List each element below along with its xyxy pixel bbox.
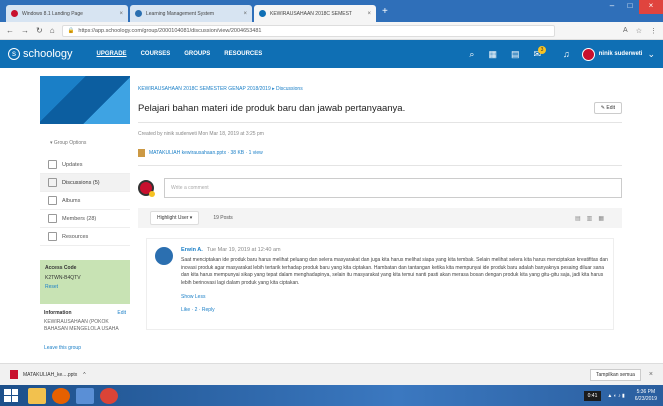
menu-icon[interactable]: ⋮ [650,27,657,35]
star-icon[interactable]: ☆ [636,27,642,35]
tray-icons[interactable]: ▲ ◐ ♪ ▮ [607,393,624,399]
home-icon[interactable]: ⌂ [50,26,55,35]
posts-toolbar: Highlight User ▾ 19 Posts ▤▥▦ [138,208,622,228]
sidebar-item-members[interactable]: Members (28) [40,210,130,228]
window-controls: – □ × [603,0,663,14]
close-tab-icon[interactable]: × [243,11,247,17]
schoology-logo[interactable]: s schoology [8,48,73,60]
reload-icon[interactable]: ↻ [36,26,43,35]
group-banner-image [40,76,130,124]
comment-input[interactable]: Write a comment [164,178,622,198]
access-code-box: Access Code K2TWN-B4QTV Reset [40,260,130,304]
group-sidebar: ▾ Group Options Updates Discussions (5) … [40,76,130,351]
post-time: Tue Mar 19, 2019 at 12:40 am [206,247,281,253]
pptx-file-icon [10,370,18,379]
logo-icon: s [8,48,20,60]
forward-icon[interactable]: → [21,26,29,35]
posts-count: 19 Posts [213,215,233,221]
firefox-icon[interactable] [52,387,70,404]
media-icon[interactable] [76,387,94,404]
resources-icon [48,232,57,241]
show-all-button[interactable]: Tampilkan semua [590,368,641,381]
address-bar: ← → ↻ ⌂ 🔒 https://app.schoology.com/group… [0,22,663,40]
nav-upgrade[interactable]: UPGRADE [97,51,127,57]
album-icon [48,196,57,205]
access-code: K2TWN-B4QTV [45,275,81,281]
nav-resources[interactable]: RESOURCES [224,51,262,57]
translate-icon[interactable]: A [623,27,628,34]
apps-grid-icon[interactable]: ▦ [488,49,497,60]
download-item[interactable]: MATAKULIAH_ke....pptx ^ [10,370,86,379]
download-bar: MATAKULIAH_ke....pptx ^ Tampilkan semua × [0,363,663,385]
close-window-icon[interactable]: × [639,0,663,14]
sidebar-item-albums[interactable]: Albums [40,192,130,210]
windows-taskbar: 0:41 ▲ ◐ ♪ ▮ 5:36 PM 6/23/2019 [0,385,663,406]
breadcrumb[interactable]: KEWIRAUSAHAAN 2018C SEMESTER GENAP 2018/… [138,86,622,92]
new-tab-icon[interactable]: + [382,6,388,17]
pptx-file-icon [138,149,145,157]
avatar[interactable] [581,47,595,61]
updates-icon [48,160,57,169]
minimize-icon[interactable]: – [603,0,621,14]
search-icon[interactable]: ⌕ [469,49,474,60]
chrome-icon[interactable] [100,387,118,404]
page-title: Pelajari bahan materi ide produk baru da… [138,102,406,114]
bell-icon[interactable]: ♫ [563,49,570,59]
chevron-down-icon[interactable]: ⌄ [647,49,655,60]
avatar [155,247,173,265]
page-body: ▾ Group Options Updates Discussions (5) … [0,68,663,392]
discussion-main: KEWIRAUSAHAAN 2018C SEMESTER GENAP 2018/… [138,86,622,330]
browser-tab[interactable]: Learning Management System × [130,5,252,22]
favicon-icon [259,10,266,17]
show-less-link[interactable]: Show Less [181,294,611,300]
close-tab-icon[interactable]: × [367,11,371,17]
browser-tab-bar: Windows 8.1 Landing Page × Learning Manag… [0,0,663,22]
chevron-up-icon[interactable]: ^ [83,372,85,378]
view-options-icon[interactable]: ▤▥▦ [575,215,610,222]
url-field[interactable]: 🔒 https://app.schoology.com/group/2000104… [61,24,556,37]
reset-link[interactable]: Reset [45,284,125,290]
browser-tab[interactable]: Windows 8.1 Landing Page × [6,5,128,22]
edit-button[interactable]: ✎ Edit [593,102,622,114]
information-section: Information Edit KEWIRAUSAHAAN (POKOK BAH… [44,310,126,332]
calendar-icon[interactable]: ▤ [511,49,520,60]
favicon-icon [11,10,18,17]
sidebar-item-discussions[interactable]: Discussions (5) [40,174,130,192]
browser-tab-active[interactable]: KEWIRAUSAHAAN 2018C SEMEST × [254,5,376,22]
group-options-link[interactable]: ▾ Group Options [50,140,130,146]
close-tab-icon[interactable]: × [119,11,123,17]
tray-chip[interactable]: 0:41 [583,390,602,401]
sidebar-item-updates[interactable]: Updates [40,156,130,174]
created-meta: Created by ninik suderweti Mon Mar 18, 2… [138,131,264,137]
sidebar-item-resources[interactable]: Resources [40,228,130,246]
discussion-icon [48,178,57,187]
like-reply-links[interactable]: Like · 2 · Reply [181,307,611,313]
leave-group-link[interactable]: Leave this group [40,345,130,351]
attachment-link[interactable]: MATAKULIAH kewirausahaan.pptx · 38 KB · … [138,149,622,166]
back-icon[interactable]: ← [6,26,14,35]
close-icon[interactable]: × [649,371,653,378]
windows-start-icon[interactable] [4,389,18,402]
lock-icon: 🔒 [67,27,75,34]
notification-badge: 3 [538,46,547,54]
discussion-post: Erwin A. Tue Mar 19, 2019 at 12:40 am Saa… [146,238,614,330]
avatar [138,180,155,197]
maximize-icon[interactable]: □ [621,0,639,14]
nav-courses[interactable]: COURSES [141,51,171,57]
schoology-nav: s schoology UPGRADE COURSES GROUPS RESOUR… [0,40,663,68]
file-explorer-icon[interactable] [28,387,46,404]
post-text: Saat menciptakan ide produk baru harus m… [181,257,608,286]
members-icon [48,214,57,223]
post-author[interactable]: Erwin A. [181,247,203,253]
highlight-user-dropdown[interactable]: Highlight User ▾ [150,211,200,225]
system-tray: 0:41 ▲ ◐ ♪ ▮ 5:36 PM 6/23/2019 [583,389,663,402]
nav-groups[interactable]: GROUPS [184,51,210,57]
info-edit-link[interactable]: Edit [117,310,126,316]
clock[interactable]: 5:36 PM 6/23/2019 [635,389,657,402]
user-name[interactable]: ninik suderweti [599,51,643,57]
favicon-icon [135,10,142,17]
